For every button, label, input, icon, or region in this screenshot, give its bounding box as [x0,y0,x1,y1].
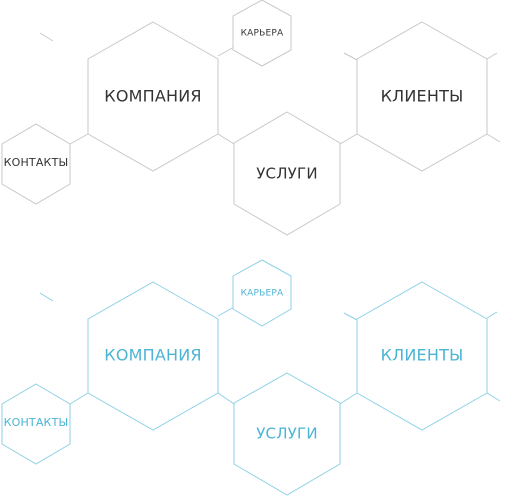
nav-label-company: КОМПАНИЯ [104,87,201,106]
connector-line [486,311,498,319]
connector-line [39,292,54,302]
connector-line [339,392,358,405]
nav-label-career: КАРЬЕРА [241,29,284,39]
nav-hex-career[interactable]: КАРЬЕРА [232,0,292,67]
nav-hex-services-hover[interactable]: УСЛУГИ [233,372,341,496]
nav-hex-clients-hover[interactable]: КЛИЕНТЫ [356,281,488,431]
nav-hex-company[interactable]: КОМПАНИЯ [87,21,219,172]
nav-hex-contacts[interactable]: КОНТАКТЫ [1,123,71,205]
nav-hex-services[interactable]: УСЛУГИ [233,111,341,236]
connector-line [486,133,501,143]
connector-line [39,32,54,42]
hex-menu-hover: КОМПАНИЯ КАРЬЕРА КЛИЕНТЫ УСЛУГИ КОНТАКТЫ [1,259,501,496]
nav-hex-clients[interactable]: КЛИЕНТЫ [356,21,488,172]
connector-line [217,392,235,405]
nav-label-career: КАРЬЕРА [241,289,284,299]
nav-hex-company-hover[interactable]: КОМПАНИЯ [87,281,219,431]
connector-line [486,392,501,402]
connector-line [339,133,358,145]
hexagon-menu-canvas: КОМПАНИЯ КАРЬЕРА КЛИЕНТЫ УСЛУГИ КОНТАКТЫ [1,0,501,496]
connector-line [217,306,235,317]
nav-label-contacts: КОНТАКТЫ [4,416,69,429]
nav-label-contacts: КОНТАКТЫ [4,156,69,169]
connector-line [343,312,358,321]
connector-line [69,392,89,405]
connector-line [69,133,89,145]
nav-label-services: УСЛУГИ [256,425,318,443]
connector-line [217,46,235,57]
nav-hex-career-hover[interactable]: КАРЬЕРА [232,259,292,327]
nav-label-services: УСЛУГИ [256,165,318,183]
connector-line [217,133,235,145]
nav-label-company: КОМПАНИЯ [104,346,201,365]
connector-line [486,52,498,60]
hex-menu-default: КОМПАНИЯ КАРЬЕРА КЛИЕНТЫ УСЛУГИ КОНТАКТЫ [1,0,501,236]
nav-hex-contacts-hover[interactable]: КОНТАКТЫ [1,383,71,465]
nav-label-clients: КЛИЕНТЫ [381,87,464,106]
nav-label-clients: КЛИЕНТЫ [381,346,464,365]
connector-line [343,52,358,61]
